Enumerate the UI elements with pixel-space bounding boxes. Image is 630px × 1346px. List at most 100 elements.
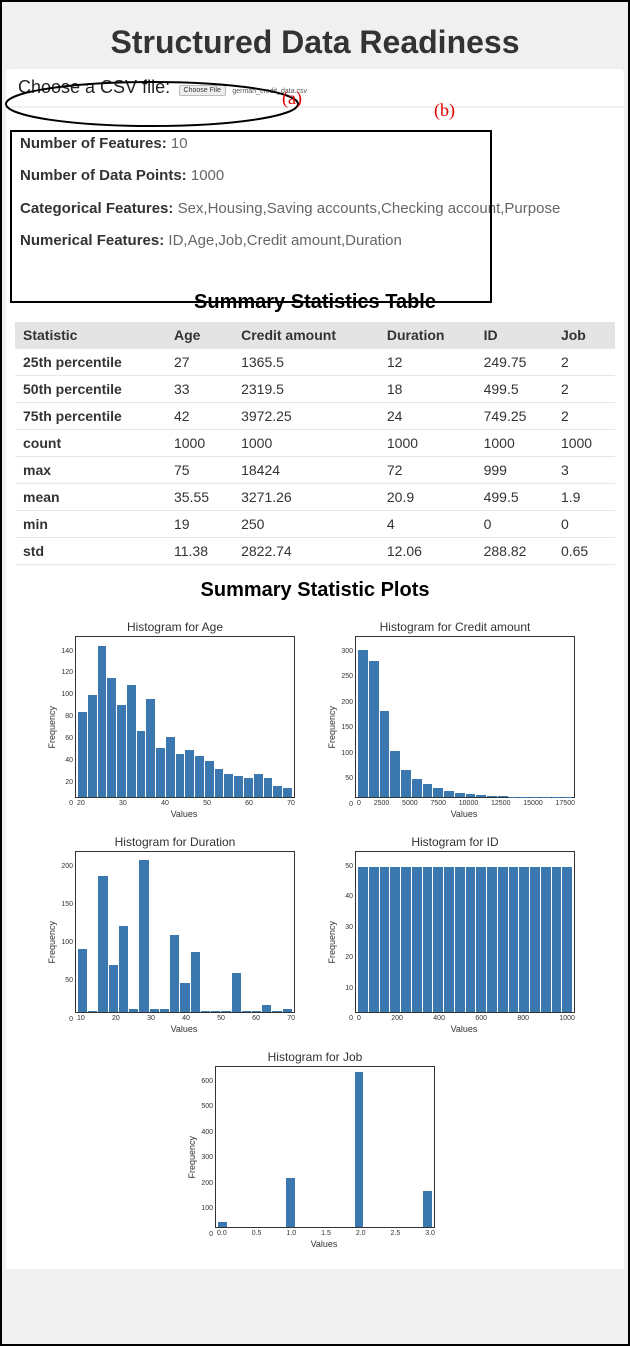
- stats-cell: 3972.25: [233, 403, 379, 430]
- y-tick: 0: [337, 1015, 353, 1022]
- stats-cell: 11.38: [166, 538, 233, 565]
- y-tick: 120: [57, 669, 73, 676]
- x-axis-label: Values: [215, 1239, 433, 1249]
- stats-cell: 24: [379, 403, 476, 430]
- histogram-bar: [358, 867, 368, 1012]
- histogram-bar: [218, 1222, 227, 1227]
- x-tick: 10: [77, 1015, 85, 1022]
- plot-title: Histogram for Age: [45, 620, 305, 634]
- stats-cell: 2319.5: [233, 376, 379, 403]
- x-tick: 2500: [374, 800, 390, 807]
- table-row: 25th percentile271365.512249.752: [15, 349, 615, 376]
- y-tick: 20: [57, 779, 73, 786]
- histogram-bar: [355, 1072, 364, 1227]
- stats-header-cell: Duration: [379, 322, 476, 349]
- x-tick: 70: [287, 1015, 295, 1022]
- plot-title: Histogram for Job: [185, 1050, 445, 1064]
- categorical-label: Categorical Features:: [20, 200, 173, 217]
- histogram-bar: [283, 788, 292, 797]
- y-tick: 250: [337, 673, 353, 680]
- y-tick: 50: [337, 775, 353, 782]
- x-tick: 20: [112, 1015, 120, 1022]
- histogram-bar: [433, 788, 443, 797]
- stats-cell: 288.82: [476, 538, 553, 565]
- stats-cell: 499.5: [476, 484, 553, 511]
- histogram-plot: Histogram for DurationFrequency050100150…: [45, 835, 305, 1034]
- numerical-value: ID,Age,Job,Credit amount,Duration: [168, 232, 401, 249]
- histogram-bar: [146, 699, 155, 797]
- histogram-plot: Histogram for Credit amountFrequency0501…: [325, 620, 585, 819]
- y-tick: 150: [57, 901, 73, 908]
- plot-title: Histogram for Duration: [45, 835, 305, 849]
- y-tick: 300: [337, 648, 353, 655]
- stats-row-label: std: [15, 538, 166, 565]
- x-tick: 0.5: [252, 1230, 262, 1237]
- stats-cell: 42: [166, 403, 233, 430]
- stats-cell: 35.55: [166, 484, 233, 511]
- histogram-bar: [369, 867, 379, 1012]
- stats-row-label: 50th percentile: [15, 376, 166, 403]
- histogram-bar: [390, 867, 400, 1012]
- y-tick: 140: [57, 648, 73, 655]
- histogram-bar: [487, 867, 497, 1012]
- histogram-bar: [286, 1178, 295, 1227]
- stats-cell: 1000: [476, 430, 553, 457]
- histogram-bar: [283, 1009, 292, 1012]
- histogram-bar: [562, 867, 572, 1012]
- categorical-value: Sex,Housing,Saving accounts,Checking acc…: [178, 200, 561, 217]
- plot-area: [75, 636, 295, 798]
- histogram-bar: [119, 926, 128, 1012]
- histogram-bar: [191, 952, 200, 1012]
- histogram-bar: [195, 756, 204, 797]
- histogram-bar: [552, 797, 562, 798]
- y-tick: 200: [337, 699, 353, 706]
- histogram-bar: [412, 779, 422, 797]
- histogram-bar: [498, 796, 508, 797]
- histogram-bar: [185, 750, 194, 797]
- histogram-bar: [78, 949, 87, 1012]
- histogram-bar: [444, 867, 454, 1012]
- stats-cell: 1.9: [553, 484, 615, 511]
- histogram-bar: [466, 794, 476, 797]
- y-axis-label: Frequency: [185, 1136, 197, 1179]
- stats-cell: 1000: [553, 430, 615, 457]
- plot-title: Histogram for Credit amount: [325, 620, 585, 634]
- histogram-bar: [509, 867, 519, 1012]
- stats-header-cell: Statistic: [15, 322, 166, 349]
- stats-cell: 20.9: [379, 484, 476, 511]
- points-count-value: 1000: [191, 167, 224, 184]
- histogram-bar: [530, 797, 540, 798]
- stats-cell: 2822.74: [233, 538, 379, 565]
- x-tick: 30: [119, 800, 127, 807]
- x-tick: 2.5: [391, 1230, 401, 1237]
- histogram-bar: [476, 867, 486, 1012]
- histogram-bar: [78, 712, 87, 797]
- stats-row-label: 25th percentile: [15, 349, 166, 376]
- table-row: count10001000100010001000: [15, 430, 615, 457]
- histogram-bar: [150, 1009, 159, 1012]
- histogram-bar: [244, 778, 253, 797]
- histogram-bar: [107, 678, 116, 797]
- stats-cell: 499.5: [476, 376, 553, 403]
- histogram-bar: [242, 1011, 251, 1012]
- histogram-bar: [412, 867, 422, 1012]
- x-tick: 70: [287, 800, 295, 807]
- stats-cell: 3: [553, 457, 615, 484]
- table-row: min19250400: [15, 511, 615, 538]
- histogram-bar: [552, 867, 562, 1012]
- choose-file-button[interactable]: Choose File: [179, 85, 226, 96]
- histogram-bar: [127, 685, 136, 797]
- histogram-bar: [358, 650, 368, 797]
- stats-cell: 33: [166, 376, 233, 403]
- table-row: std11.382822.7412.06288.820.65: [15, 538, 615, 565]
- histogram-bar: [401, 770, 411, 797]
- stats-row-label: count: [15, 430, 166, 457]
- histogram-bar: [423, 1191, 432, 1227]
- x-tick: 10000: [459, 800, 478, 807]
- stats-cell: 0: [553, 511, 615, 538]
- histogram-bar: [205, 761, 214, 797]
- histogram-bar: [88, 1011, 97, 1012]
- plot-area: [355, 851, 575, 1013]
- histogram-bar: [201, 1011, 210, 1012]
- y-tick: 100: [57, 939, 73, 946]
